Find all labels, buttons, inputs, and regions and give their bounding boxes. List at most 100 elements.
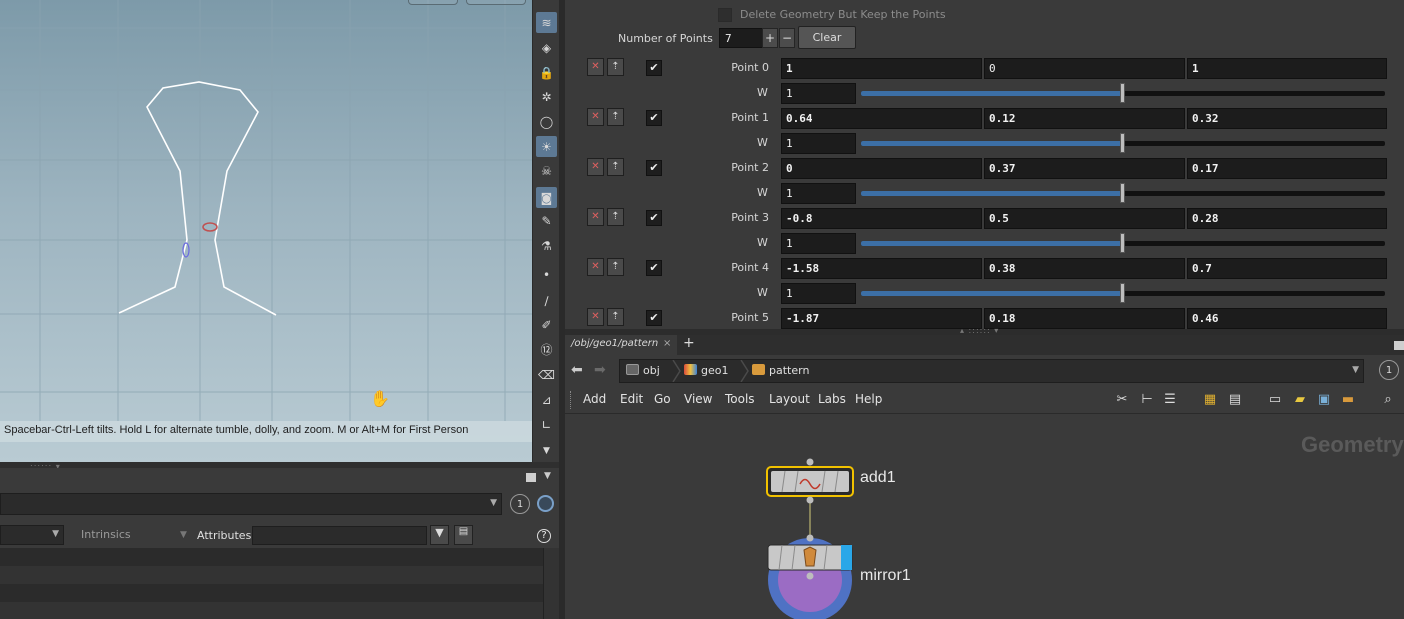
point-enable-checkbox[interactable]: ✔: [646, 260, 662, 276]
add-point-button[interactable]: +: [762, 28, 778, 48]
help-icon[interactable]: ?: [537, 529, 551, 543]
details-icon[interactable]: ▤: [1227, 392, 1243, 408]
point-z-field[interactable]: 0.28: [1187, 208, 1387, 229]
skull-icon[interactable]: ☠: [536, 160, 557, 181]
menu-layout[interactable]: Layout: [769, 392, 810, 406]
lock-icon[interactable]: 🔒: [536, 62, 557, 83]
network-canvas[interactable]: Geometry add1 mirror1: [565, 413, 1404, 619]
point-z-field[interactable]: 0.7: [1187, 258, 1387, 279]
point-x-field[interactable]: -1.58: [781, 258, 982, 279]
weight-field[interactable]: 1: [781, 183, 856, 204]
measure-icon[interactable]: ⊿: [536, 389, 557, 410]
crumb-pattern[interactable]: pattern: [752, 364, 809, 377]
snapshot-icon[interactable]: ✲: [536, 86, 557, 107]
weight-slider[interactable]: [861, 283, 1385, 303]
pin-number[interactable]: 1: [1379, 360, 1399, 380]
slider-knob[interactable]: [1120, 283, 1125, 303]
weight-field[interactable]: 1: [781, 83, 856, 104]
weight-slider[interactable]: [861, 233, 1385, 253]
weight-field[interactable]: 1: [781, 133, 856, 154]
brush-icon[interactable]: ✎: [536, 210, 557, 231]
filter-icon[interactable]: ▼: [430, 525, 449, 545]
intrinsics-dropdown[interactable]: Intrinsics: [81, 528, 131, 541]
menu-view[interactable]: View: [684, 392, 712, 406]
close-tab-button[interactable]: ×: [663, 338, 671, 349]
toolbar-grip[interactable]: [570, 391, 572, 409]
spreadsheet-table[interactable]: [0, 548, 543, 619]
add-tab-button[interactable]: +: [683, 335, 695, 351]
maximize-icon[interactable]: [1394, 341, 1404, 350]
ghost-icon[interactable]: ◈: [536, 37, 557, 58]
tab-pattern[interactable]: /obj/geo1/pattern: [565, 335, 677, 355]
weight-slider[interactable]: [861, 183, 1385, 203]
sticky-note-icon[interactable]: ▰: [1292, 392, 1308, 408]
search-icon[interactable]: ⌕: [1380, 392, 1396, 408]
mirror1-node[interactable]: [767, 544, 853, 571]
menu-add[interactable]: Add: [583, 392, 606, 406]
light-icon[interactable]: ☀: [536, 136, 557, 157]
slider-knob[interactable]: [1120, 83, 1125, 103]
attributes-input[interactable]: [252, 526, 427, 545]
insert-point-icon[interactable]: ⇡: [607, 158, 624, 176]
subnet-icon[interactable]: ▬: [1340, 392, 1356, 408]
point-enable-checkbox[interactable]: ✔: [646, 110, 662, 126]
insert-point-icon[interactable]: ⇡: [607, 108, 624, 126]
point-x-field[interactable]: 0.64: [781, 108, 982, 129]
menu-go[interactable]: Go: [654, 392, 671, 406]
component-dropdown[interactable]: ▼: [0, 525, 64, 545]
point-enable-checkbox[interactable]: ✔: [646, 310, 662, 326]
point-z-field[interactable]: 0.32: [1187, 108, 1387, 129]
point-z-field[interactable]: 0.46: [1187, 308, 1387, 329]
clear-button[interactable]: Clear: [798, 26, 856, 49]
weight-slider[interactable]: [861, 133, 1385, 153]
table-row[interactable]: [0, 548, 543, 566]
point-enable-checkbox[interactable]: ✔: [646, 60, 662, 76]
table-scrollbar[interactable]: [543, 548, 559, 619]
insert-point-icon[interactable]: ⇡: [607, 208, 624, 226]
pencil-icon[interactable]: ✐: [536, 314, 557, 335]
viewport-top-buttons[interactable]: [408, 0, 526, 5]
maximize-icon[interactable]: [526, 473, 536, 482]
drop-down-icon[interactable]: ▼: [490, 498, 497, 508]
point-y-field[interactable]: 0.12: [984, 108, 1185, 129]
crumb-geo1[interactable]: geo1: [684, 364, 728, 377]
wireframe-icon[interactable]: ≋: [536, 12, 557, 33]
link-icon[interactable]: [537, 495, 554, 512]
number-of-points-field[interactable]: 7: [719, 28, 765, 48]
table-row[interactable]: [0, 602, 543, 619]
wrench-icon[interactable]: ✂: [1114, 392, 1130, 408]
insert-point-icon[interactable]: ⇡: [607, 308, 624, 326]
table-row[interactable]: [0, 566, 543, 584]
add1-output-port[interactable]: [806, 496, 814, 504]
camera-icon[interactable]: ◙: [536, 187, 557, 208]
point-y-field[interactable]: 0.18: [984, 308, 1185, 329]
point-x-field[interactable]: -0.8: [781, 208, 982, 229]
spreadsheet-path-field[interactable]: ▼: [0, 493, 502, 515]
point-y-field[interactable]: 0.37: [984, 158, 1185, 179]
remove-point-icon[interactable]: ✕: [587, 58, 604, 76]
drop-down-icon[interactable]: ▼: [1352, 365, 1359, 375]
add1-node[interactable]: [766, 466, 854, 497]
image-icon[interactable]: ▣: [1316, 392, 1332, 408]
slider-knob[interactable]: [1120, 233, 1125, 253]
remove-point-icon[interactable]: ✕: [587, 158, 604, 176]
eraser-icon[interactable]: ⌫: [536, 364, 557, 385]
table-row[interactable]: [0, 584, 543, 602]
display-flag[interactable]: [841, 545, 852, 570]
sphere-icon[interactable]: ◯: [536, 111, 557, 132]
remove-point-icon[interactable]: ✕: [587, 258, 604, 276]
point-enable-checkbox[interactable]: ✔: [646, 160, 662, 176]
remove-point-button[interactable]: −: [779, 28, 795, 48]
pin-number[interactable]: 1: [510, 494, 530, 514]
grid-view-icon[interactable]: ▦: [1202, 392, 1218, 408]
forward-arrow-icon[interactable]: ➡: [594, 362, 606, 378]
remove-point-icon[interactable]: ✕: [587, 308, 604, 326]
delete-geometry-checkbox[interactable]: [718, 8, 732, 22]
weight-field[interactable]: 1: [781, 283, 856, 304]
point-x-field[interactable]: 0: [781, 158, 982, 179]
point-x-field[interactable]: 1: [781, 58, 982, 79]
point-x-field[interactable]: -1.87: [781, 308, 982, 329]
number-icon[interactable]: ⑫: [536, 339, 557, 360]
crumb-obj[interactable]: obj: [626, 364, 660, 377]
point-y-field[interactable]: 0.5: [984, 208, 1185, 229]
